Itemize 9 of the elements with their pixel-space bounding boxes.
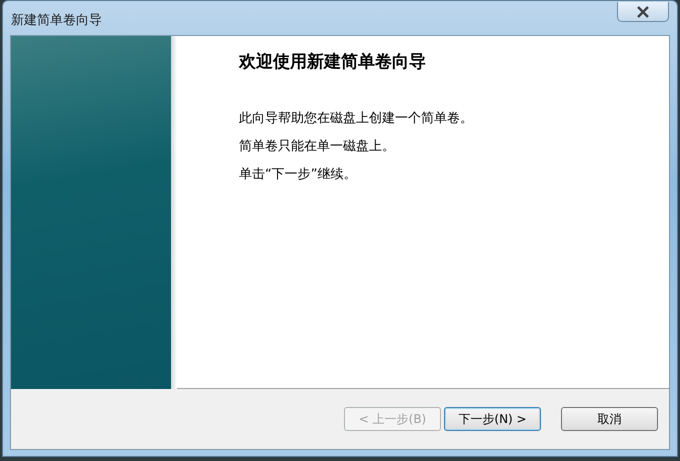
wizard-heading: 欢迎使用新建简单卷向导 bbox=[239, 51, 427, 73]
close-button[interactable] bbox=[617, 2, 669, 22]
description-text: 此向导帮助您在磁盘上创建一个简单卷。 bbox=[239, 110, 474, 127]
wizard-button[interactable]: 取消 bbox=[561, 407, 658, 431]
description-text: 单击“下一步”继续。 bbox=[239, 166, 358, 183]
window-title: 新建简单卷向导 bbox=[11, 12, 102, 29]
close-icon bbox=[636, 6, 650, 18]
wizard-button[interactable]: 下一步(N) > bbox=[444, 407, 541, 431]
description-text: 简单卷只能在单一磁盘上。 bbox=[239, 138, 396, 155]
